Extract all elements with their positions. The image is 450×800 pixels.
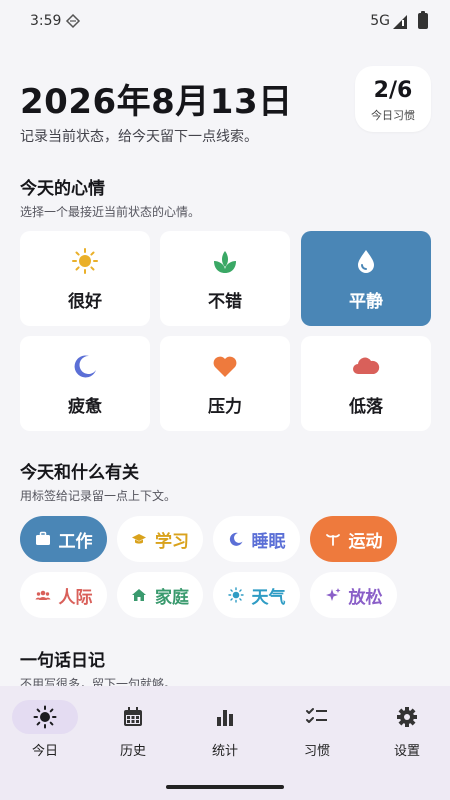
calendar-icon: [124, 707, 142, 726]
mood-option-great[interactable]: 很好: [20, 231, 150, 326]
tag-label: 学习: [155, 531, 189, 552]
tag-work[interactable]: 工作: [20, 516, 107, 562]
signal-icon: [393, 15, 407, 29]
sun-icon: [72, 248, 98, 274]
page-title: 2026年8月13日: [20, 82, 293, 122]
mood-label: 压力: [208, 397, 242, 417]
tag-label: 运动: [348, 531, 383, 552]
mood-option-calm[interactable]: 平静: [301, 231, 431, 326]
heart-icon: [213, 356, 237, 377]
mood-label: 平静: [349, 292, 383, 312]
tag-exercise[interactable]: 运动: [310, 516, 397, 562]
moon-icon: [229, 532, 242, 546]
tag-label: 工作: [58, 531, 93, 552]
tag-study[interactable]: 学习: [117, 516, 203, 562]
nav-label: 历史: [119, 744, 146, 759]
mood-option-stress[interactable]: 压力: [160, 336, 290, 431]
nav-habits[interactable]: 习惯: [272, 700, 362, 759]
tag-section-subtitle: 用标签给记录留一点上下文。: [20, 489, 177, 503]
sprout-icon: [214, 251, 236, 273]
mood-section-subtitle: 选择一个最接近当前状态的心情。: [20, 205, 201, 219]
mood-option-tired[interactable]: 疲惫: [20, 336, 150, 431]
page-subtitle: 记录当前状态，给今天留下一点线索。: [20, 129, 258, 145]
mood-label: 很好: [68, 292, 102, 312]
nav-label: 习惯: [303, 744, 330, 759]
tag-label: 天气: [251, 587, 286, 608]
tag-relax[interactable]: 放松: [310, 572, 397, 618]
nav-history[interactable]: 历史: [88, 700, 178, 759]
nav-settings[interactable]: 设置: [362, 700, 450, 759]
tag-section-title: 今天和什么有关: [20, 463, 139, 483]
mood-label: 不错: [208, 292, 242, 312]
mood-section-title: 今天的心情: [20, 179, 105, 199]
status-bar: 3:59 5G: [0, 0, 450, 44]
bottom-navigation: 今日 历史 统计 习惯 设置: [0, 686, 450, 800]
sun-icon: [33, 705, 57, 729]
cloud-icon: [353, 357, 380, 374]
tag-sleep[interactable]: 睡眠: [213, 516, 300, 562]
tag-social[interactable]: 人际: [20, 572, 107, 618]
mood-option-good[interactable]: 不错: [160, 231, 290, 326]
habit-label: 今日习惯: [371, 109, 415, 122]
running-icon: [325, 534, 340, 546]
tag-label: 睡眠: [251, 531, 286, 552]
sparkle-icon: [325, 588, 340, 601]
tag-label: 家庭: [155, 587, 189, 608]
nav-today[interactable]: 今日: [0, 700, 90, 759]
bar-chart-icon: [217, 710, 233, 726]
habit-count: 2/6: [373, 78, 413, 103]
mood-label: 疲惫: [68, 397, 102, 417]
mood-option-low[interactable]: 低落: [301, 336, 431, 431]
network-type: 5G: [370, 13, 390, 29]
nav-active-indicator: [12, 700, 78, 734]
droplet-icon: [358, 250, 374, 273]
nav-label: 今日: [31, 744, 58, 759]
tag-label: 放松: [348, 587, 383, 608]
nav-stats[interactable]: 统计: [180, 700, 270, 759]
moon-icon: [74, 355, 96, 378]
mood-label: 低落: [349, 397, 383, 417]
tag-family[interactable]: 家庭: [117, 572, 203, 618]
battery-icon: [418, 11, 428, 29]
tag-weather[interactable]: 天气: [213, 572, 300, 618]
nav-label: 设置: [393, 744, 420, 759]
habit-summary-card[interactable]: 2/6 今日习惯: [355, 66, 431, 132]
people-icon: [35, 590, 50, 600]
gear-icon: [397, 707, 417, 727]
tag-label: 人际: [58, 587, 93, 608]
status-time: 3:59: [30, 13, 62, 29]
checklist-icon: [306, 708, 327, 723]
graduation-cap-icon: [132, 534, 146, 544]
briefcase-icon: [35, 531, 50, 545]
sun-icon: [227, 587, 244, 603]
home-indicator[interactable]: [166, 785, 284, 789]
vpn-icon: [65, 13, 81, 29]
home-icon: [132, 589, 146, 601]
diary-section-title: 一句话日记: [20, 651, 105, 671]
nav-label: 统计: [211, 744, 238, 759]
